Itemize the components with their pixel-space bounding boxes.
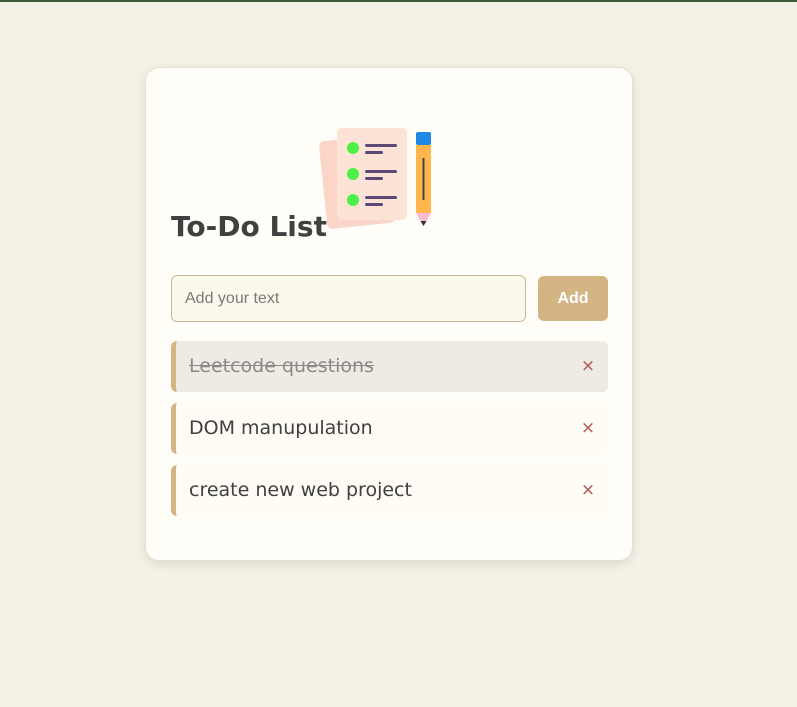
header: To-Do List [171, 68, 611, 243]
delete-icon[interactable]: × [576, 354, 600, 378]
task-text: DOM manupulation [189, 417, 373, 439]
task-text: Leetcode questions [189, 355, 374, 377]
add-button[interactable]: Add [538, 276, 608, 321]
delete-icon[interactable]: × [576, 478, 600, 502]
page-title: To-Do List [171, 210, 327, 243]
add-task-row: Add [171, 275, 608, 322]
list-item[interactable]: Leetcode questions × [171, 341, 608, 392]
todo-card: To-Do List Add Leetcode questions × DOM … [145, 67, 633, 561]
list-item[interactable]: DOM manupulation × [171, 403, 608, 454]
task-input[interactable] [171, 275, 526, 322]
task-text: create new web project [189, 479, 412, 501]
top-accent-bar [0, 0, 797, 2]
task-list: Leetcode questions × DOM manupulation × … [171, 341, 608, 527]
list-item[interactable]: create new web project × [171, 465, 608, 516]
delete-icon[interactable]: × [576, 416, 600, 440]
